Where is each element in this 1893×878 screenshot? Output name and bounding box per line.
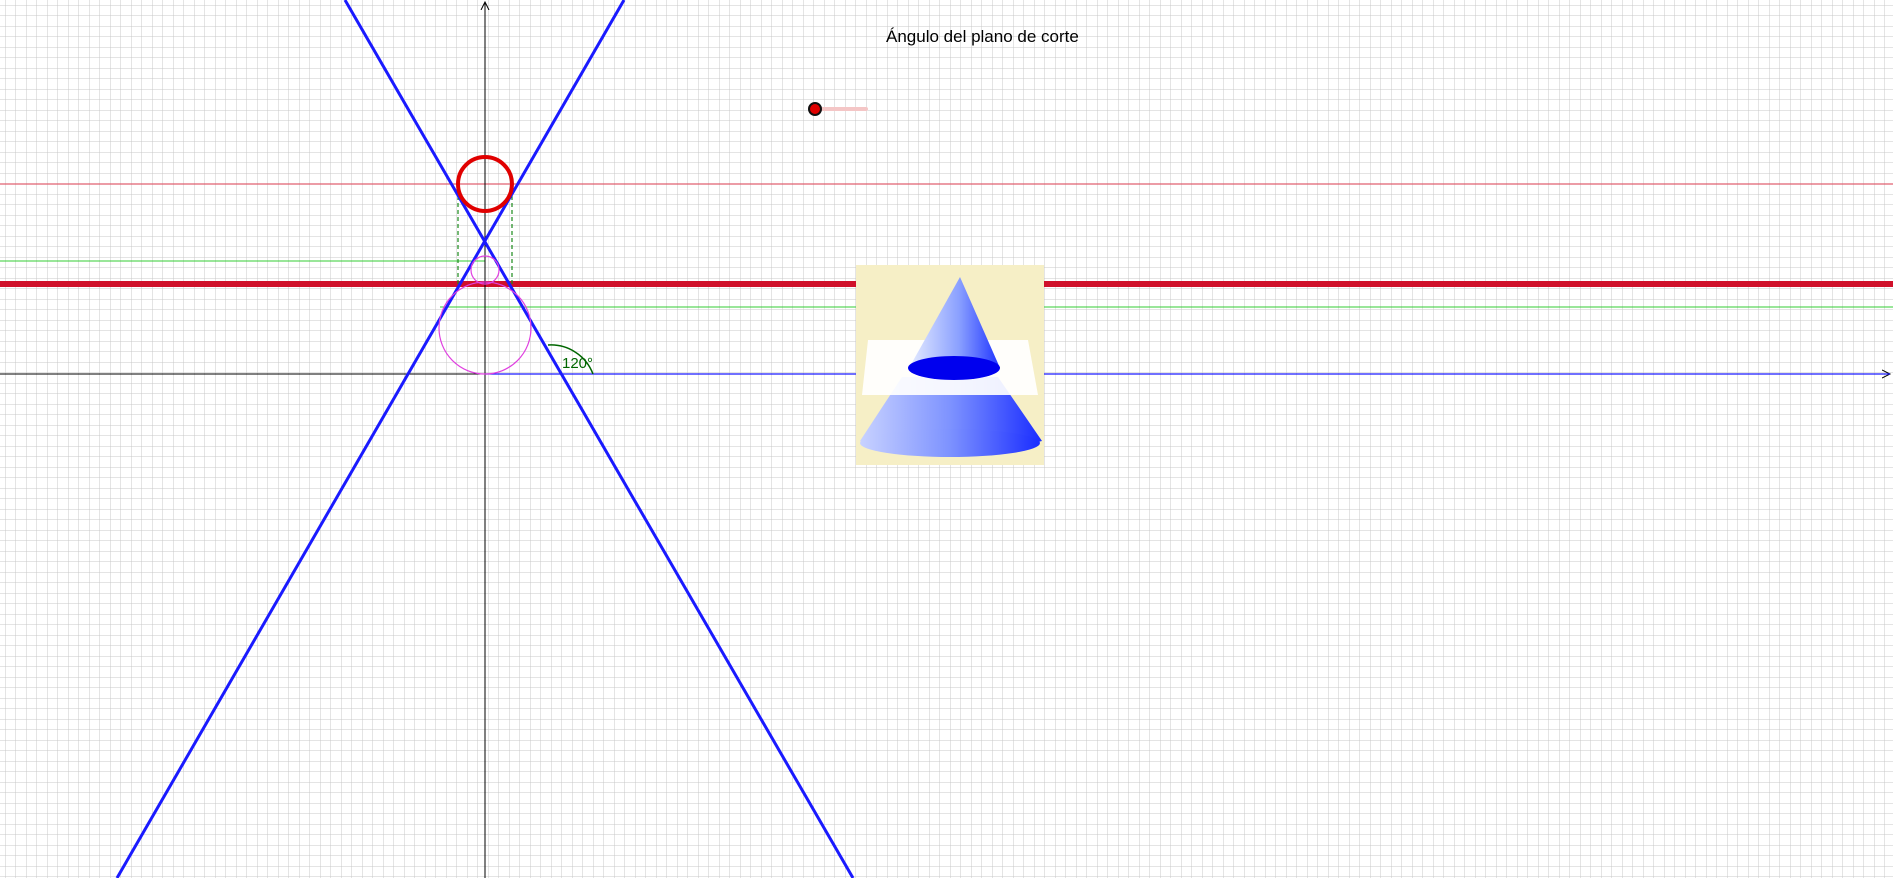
cone-section-image bbox=[856, 265, 1044, 465]
angle-label: 120° bbox=[562, 355, 593, 372]
cone-base bbox=[860, 429, 1040, 457]
section-ellipse bbox=[908, 356, 1000, 380]
cut-angle-slider[interactable] bbox=[808, 101, 870, 117]
slider-title: Ángulo del plano de corte bbox=[886, 27, 1079, 46]
slider-track[interactable] bbox=[814, 107, 868, 111]
slider-thumb[interactable] bbox=[808, 102, 822, 116]
